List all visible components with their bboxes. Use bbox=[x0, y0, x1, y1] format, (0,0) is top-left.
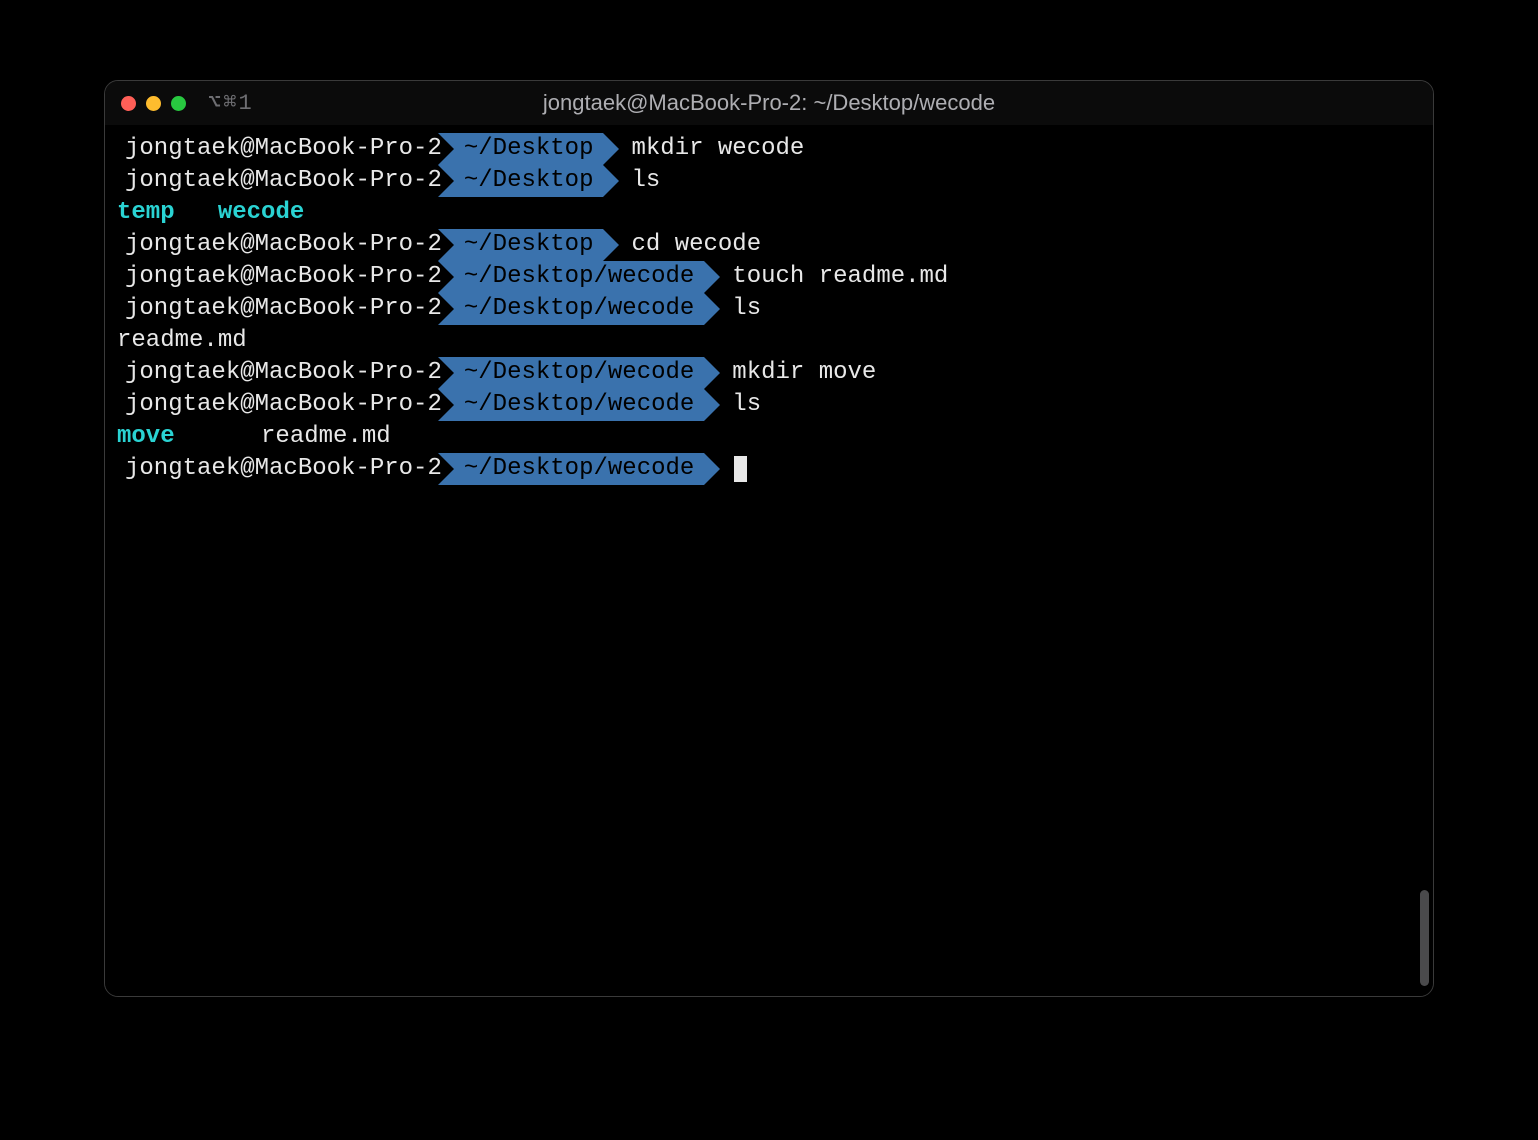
output-line: temp wecode bbox=[117, 197, 1421, 229]
prompt-line: jongtaek@MacBook-Pro-2 ~/Desktop/wecode bbox=[117, 453, 1421, 485]
dir-name: move bbox=[117, 421, 175, 453]
minimize-icon[interactable] bbox=[146, 96, 161, 111]
terminal-body[interactable]: jongtaek@MacBook-Pro-2 ~/Desktop mkdir w… bbox=[105, 125, 1433, 996]
path-badge: ~/Desktop/wecode bbox=[454, 453, 704, 485]
prompt-host: jongtaek@MacBook-Pro-2 bbox=[117, 229, 454, 261]
traffic-lights bbox=[121, 96, 186, 111]
output-line: readme.md bbox=[117, 325, 1421, 357]
path-text: ~/Desktop bbox=[458, 133, 600, 165]
path-text: ~/Desktop bbox=[458, 165, 600, 197]
path-badge: ~/Desktop/wecode bbox=[454, 357, 704, 389]
command-text: mkdir move bbox=[724, 357, 876, 389]
command-text: mkdir wecode bbox=[623, 133, 804, 165]
command-text: touch readme.md bbox=[724, 261, 948, 293]
path-badge: ~/Desktop bbox=[454, 165, 604, 197]
path-badge: ~/Desktop/wecode bbox=[454, 389, 704, 421]
close-icon[interactable] bbox=[121, 96, 136, 111]
path-text: ~/Desktop/wecode bbox=[458, 261, 700, 293]
path-badge: ~/Desktop bbox=[454, 229, 604, 261]
dir-name: wecode bbox=[218, 197, 304, 229]
cursor-icon bbox=[734, 456, 747, 482]
tab-indicator: ⌥⌘1 bbox=[208, 90, 254, 116]
path-badge: ~/Desktop/wecode bbox=[454, 293, 704, 325]
path-text: ~/Desktop bbox=[458, 229, 600, 261]
prompt-line: jongtaek@MacBook-Pro-2 ~/Desktop/wecode … bbox=[117, 357, 1421, 389]
scrollbar[interactable] bbox=[1420, 890, 1429, 986]
path-text: ~/Desktop/wecode bbox=[458, 293, 700, 325]
path-text: ~/Desktop/wecode bbox=[458, 389, 700, 421]
prompt-host: jongtaek@MacBook-Pro-2 bbox=[117, 389, 454, 421]
dir-name: temp bbox=[117, 197, 175, 229]
prompt-line: jongtaek@MacBook-Pro-2 ~/Desktop/wecode … bbox=[117, 293, 1421, 325]
titlebar: ⌥⌘1 jongtaek@MacBook-Pro-2: ~/Desktop/we… bbox=[105, 81, 1433, 125]
prompt-host: jongtaek@MacBook-Pro-2 bbox=[117, 165, 454, 197]
command-text: ls bbox=[623, 165, 660, 197]
prompt-host: jongtaek@MacBook-Pro-2 bbox=[117, 293, 454, 325]
prompt-host: jongtaek@MacBook-Pro-2 bbox=[117, 133, 454, 165]
command-text: ls bbox=[724, 293, 761, 325]
file-name: readme.md bbox=[117, 325, 247, 357]
path-badge: ~/Desktop/wecode bbox=[454, 261, 704, 293]
prompt-line: jongtaek@MacBook-Pro-2 ~/Desktop/wecode … bbox=[117, 389, 1421, 421]
prompt-host: jongtaek@MacBook-Pro-2 bbox=[117, 261, 454, 293]
output-gap bbox=[175, 421, 261, 453]
maximize-icon[interactable] bbox=[171, 96, 186, 111]
output-gap bbox=[175, 197, 218, 229]
output-line: move readme.md bbox=[117, 421, 1421, 453]
prompt-host: jongtaek@MacBook-Pro-2 bbox=[117, 357, 454, 389]
path-text: ~/Desktop/wecode bbox=[458, 357, 700, 389]
prompt-line: jongtaek@MacBook-Pro-2 ~/Desktop cd weco… bbox=[117, 229, 1421, 261]
prompt-host: jongtaek@MacBook-Pro-2 bbox=[117, 453, 454, 485]
command-text: cd wecode bbox=[623, 229, 761, 261]
prompt-line: jongtaek@MacBook-Pro-2 ~/Desktop mkdir w… bbox=[117, 133, 1421, 165]
terminal-window: ⌥⌘1 jongtaek@MacBook-Pro-2: ~/Desktop/we… bbox=[104, 80, 1434, 997]
file-name: readme.md bbox=[261, 421, 391, 453]
prompt-line: jongtaek@MacBook-Pro-2 ~/Desktop ls bbox=[117, 165, 1421, 197]
path-badge: ~/Desktop bbox=[454, 133, 604, 165]
prompt-line: jongtaek@MacBook-Pro-2 ~/Desktop/wecode … bbox=[117, 261, 1421, 293]
window-title: jongtaek@MacBook-Pro-2: ~/Desktop/wecode bbox=[105, 90, 1433, 116]
path-text: ~/Desktop/wecode bbox=[458, 453, 700, 485]
command-text: ls bbox=[724, 389, 761, 421]
